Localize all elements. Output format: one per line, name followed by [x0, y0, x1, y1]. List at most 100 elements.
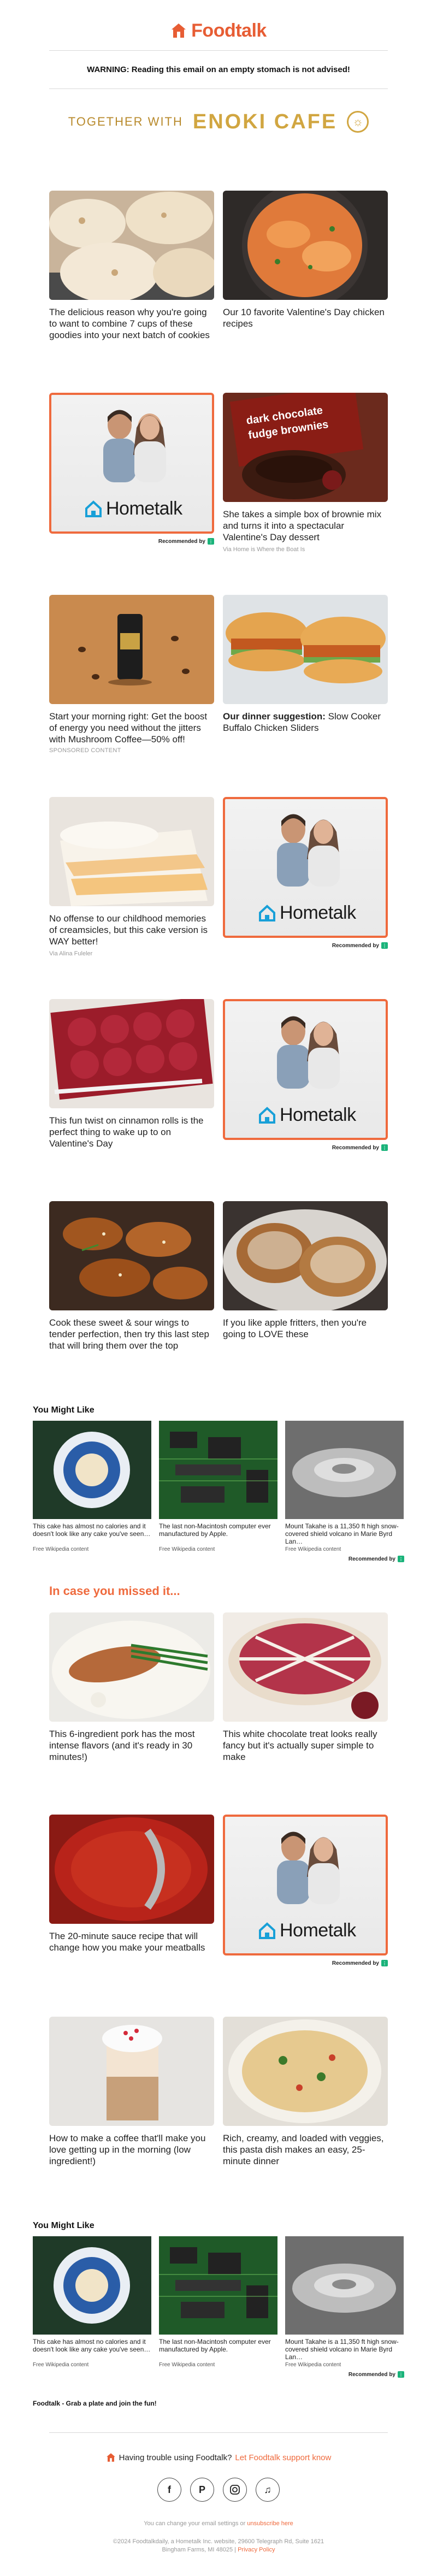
- recommended-item[interactable]: This cake has almost no calories and it …: [33, 2236, 151, 2368]
- brownie-photo[interactable]: dark chocolate fudge brownies: [223, 393, 388, 502]
- pasta-photo[interactable]: [223, 2017, 388, 2126]
- item-text[interactable]: Mount Takahe is a 11,350 ft high snow-co…: [285, 2338, 404, 2361]
- article-title[interactable]: Start your morning right: Get the boost …: [49, 711, 214, 745]
- sponsor-emblem-icon: ☼: [347, 111, 369, 133]
- article-title[interactable]: She takes a simple box of brownie mix an…: [223, 509, 388, 543]
- legal-line-1: ©2024 Foodtalkdaily, a Hometalk Inc. web…: [113, 2538, 324, 2545]
- sponsored-card[interactable]: Start your morning right: Get the boost …: [49, 581, 214, 783]
- article-card[interactable]: The delicious reason why you're going to…: [49, 176, 214, 379]
- article-title[interactable]: The 20-minute sauce recipe that will cha…: [49, 1930, 214, 1953]
- footer-divider: [49, 2432, 388, 2433]
- wings-photo[interactable]: [49, 1201, 214, 1310]
- hometalk-logo: Hometalk: [258, 1920, 356, 1941]
- article-card[interactable]: If you like apple fritters, then you're …: [223, 1187, 388, 1389]
- you-might-like-row: This cake has almost no calories and it …: [33, 2236, 404, 2368]
- recommended-label: Recommended by: [332, 1144, 379, 1151]
- hometalk-ad-image[interactable]: Hometalk: [223, 1815, 388, 1955]
- coffee-can-photo[interactable]: [49, 595, 214, 704]
- article-card[interactable]: How to make a coffee that'll make you lo…: [49, 2002, 214, 2205]
- recommended-item[interactable]: Mount Takahe is a 11,350 ft high snow-co…: [285, 2236, 404, 2368]
- item-source: Free Wikipedia content: [33, 2362, 89, 2368]
- hometalk-ad-image[interactable]: Hometalk: [49, 393, 214, 534]
- recommended-by[interactable]: Recommended by ⋮: [33, 2371, 404, 2378]
- article-card[interactable]: This white chocolate treat looks really …: [223, 1598, 388, 1800]
- privacy-policy-link[interactable]: Privacy Policy: [238, 2547, 275, 2553]
- item-source: Free Wikipedia content: [285, 1546, 341, 1552]
- article-card[interactable]: Rich, creamy, and loaded with veggies, t…: [223, 2002, 388, 2205]
- article-card[interactable]: The 20-minute sauce recipe that will cha…: [49, 1800, 214, 2002]
- recommended-by[interactable]: Recommended by ⋮: [223, 1144, 388, 1151]
- recommended-by[interactable]: Recommended by ⋮: [49, 538, 214, 545]
- sauce-photo[interactable]: [49, 1815, 214, 1924]
- hometalk-ad[interactable]: Hometalk Recommended by ⋮: [49, 379, 214, 581]
- article-card[interactable]: This 6-ingredient pork has the most inte…: [49, 1598, 214, 1800]
- facebook-icon[interactable]: f: [157, 2478, 181, 2502]
- item-text[interactable]: Mount Takahe is a 11,350 ft high snow-co…: [285, 1522, 404, 1545]
- latte-photo[interactable]: [49, 2017, 214, 2126]
- article-title[interactable]: The delicious reason why you're going to…: [49, 306, 214, 341]
- recommended-item[interactable]: The last non-Macintosh computer ever man…: [159, 2236, 277, 2368]
- hometalk-ad-image[interactable]: Hometalk: [223, 999, 388, 1140]
- article-title[interactable]: This 6-ingredient pork has the most inte…: [49, 1728, 214, 1763]
- volcano-photo[interactable]: [285, 2236, 404, 2335]
- sponsor-banner[interactable]: TOGETHER WITH ENOKI CAFE ☼: [0, 89, 437, 155]
- article-card[interactable]: Our 10 favorite Valentine's Day chicken …: [223, 176, 388, 379]
- circuit-board-photo[interactable]: [159, 1421, 277, 1519]
- article-title[interactable]: This fun twist on cinnamon rolls is the …: [49, 1115, 214, 1149]
- item-text[interactable]: This cake has almost no calories and it …: [33, 2338, 151, 2361]
- hometalk-brand: Hometalk: [280, 902, 356, 923]
- hometalk-ad[interactable]: Hometalk Recommended by ⋮: [223, 985, 388, 1187]
- recommended-item[interactable]: The last non-Macintosh computer ever man…: [159, 1421, 277, 1552]
- hometalk-ad[interactable]: Hometalk Recommended by ⋮: [223, 1800, 388, 2002]
- article-source[interactable]: Via Home is Where the Boat Is: [223, 546, 388, 553]
- article-source[interactable]: Via Alina Fuleler: [49, 950, 214, 957]
- article-card[interactable]: This fun twist on cinnamon rolls is the …: [49, 985, 214, 1187]
- hometalk-ad-image[interactable]: Hometalk: [223, 797, 388, 938]
- article-title[interactable]: How to make a coffee that'll make you lo…: [49, 2132, 214, 2167]
- item-source: Free Wikipedia content: [285, 2362, 341, 2368]
- chicken-skillet-photo[interactable]: [223, 191, 388, 300]
- cake-plate-photo[interactable]: [33, 2236, 151, 2335]
- recommended-by[interactable]: Recommended by ⋮: [223, 942, 388, 949]
- tiktok-icon[interactable]: ♫: [256, 2478, 280, 2502]
- sliders-photo[interactable]: [223, 595, 388, 704]
- pinterest-icon[interactable]: P: [190, 2478, 214, 2502]
- hometalk-ad[interactable]: Hometalk Recommended by ⋮: [223, 783, 388, 985]
- article-title[interactable]: Rich, creamy, and loaded with veggies, t…: [223, 2132, 388, 2167]
- article-title[interactable]: No offense to our childhood memories of …: [49, 913, 214, 947]
- instagram-icon[interactable]: [223, 2478, 247, 2502]
- item-text[interactable]: The last non-Macintosh computer ever man…: [159, 2338, 277, 2361]
- tart-photo[interactable]: [223, 1612, 388, 1722]
- recommended-item[interactable]: Mount Takahe is a 11,350 ft high snow-co…: [285, 1421, 404, 1552]
- recommended-by[interactable]: Recommended by ⋮: [223, 1960, 388, 1966]
- recommender-logo-icon: ⋮: [381, 942, 388, 949]
- fritters-photo[interactable]: [223, 1201, 388, 1310]
- article-title[interactable]: Our dinner suggestion: Slow Cooker Buffa…: [223, 711, 388, 734]
- cookies-photo[interactable]: [49, 191, 214, 300]
- article-title[interactable]: Our 10 favorite Valentine's Day chicken …: [223, 306, 388, 329]
- article-title[interactable]: If you like apple fritters, then you're …: [223, 1317, 388, 1340]
- article-card[interactable]: No offense to our childhood memories of …: [49, 783, 214, 985]
- support-link[interactable]: Let Foodtalk support know: [235, 2453, 331, 2462]
- volcano-photo[interactable]: [285, 1421, 404, 1519]
- cake-photo[interactable]: [49, 797, 214, 906]
- recommended-item[interactable]: This cake has almost no calories and it …: [33, 1421, 151, 1552]
- unsubscribe-link[interactable]: unsubscribe here: [247, 2520, 293, 2527]
- house-logo-icon: [106, 2453, 115, 2462]
- article-card[interactable]: dark chocolate fudge brownies She takes …: [223, 379, 388, 581]
- cinnamon-rolls-photo[interactable]: [49, 999, 214, 1108]
- cake-plate-photo[interactable]: [33, 1421, 151, 1519]
- pork-photo[interactable]: [49, 1612, 214, 1722]
- article-card[interactable]: Our dinner suggestion: Slow Cooker Buffa…: [223, 581, 388, 783]
- recommended-by[interactable]: Recommended by ⋮: [33, 1556, 404, 1562]
- footer-tagline: Foodtalk - Grab a plate and join the fun…: [33, 2400, 157, 2407]
- article-grid: The delicious reason why you're going to…: [49, 176, 388, 1389]
- article-card[interactable]: Cook these sweet & sour wings to tender …: [49, 1187, 214, 1389]
- recommender-logo-icon: ⋮: [398, 2371, 404, 2378]
- article-title[interactable]: This white chocolate treat looks really …: [223, 1728, 388, 1763]
- item-text[interactable]: The last non-Macintosh computer ever man…: [159, 1522, 277, 1545]
- item-text[interactable]: This cake has almost no calories and it …: [33, 1522, 151, 1545]
- foodtalk-logo[interactable]: Foodtalk: [0, 0, 437, 50]
- article-title[interactable]: Cook these sweet & sour wings to tender …: [49, 1317, 214, 1351]
- circuit-board-photo[interactable]: [159, 2236, 277, 2335]
